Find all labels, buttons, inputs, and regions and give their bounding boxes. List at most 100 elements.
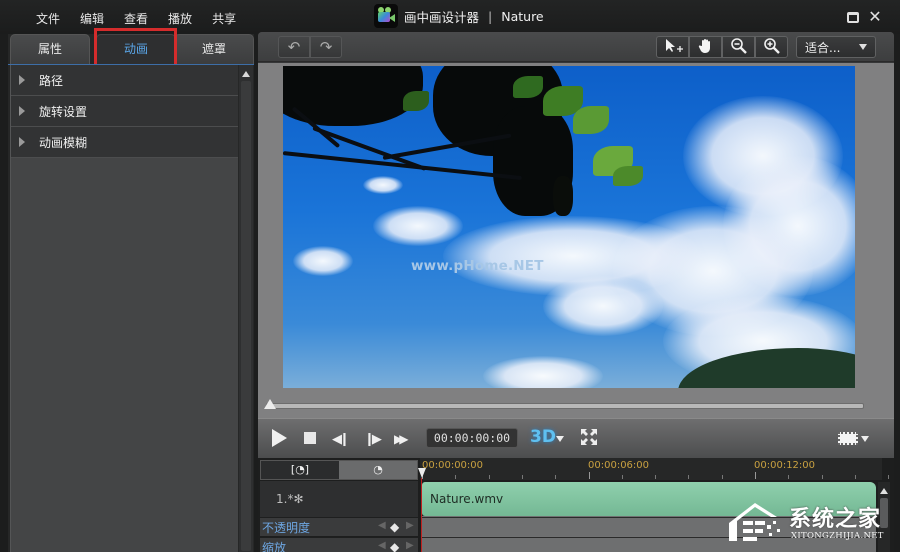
previous-keyframe-icon[interactable]: ◀ — [378, 540, 386, 551]
preview-toolbar: ↶ ↷ 适合... — [258, 32, 894, 62]
add-keyframe-icon[interactable]: ◆ — [390, 520, 399, 534]
menu-edit[interactable]: 编辑 — [70, 8, 114, 29]
next-frame-icon: ❙▶ — [364, 432, 382, 447]
opacity-keyframe-track[interactable] — [422, 517, 876, 536]
ruler-tick — [521, 475, 523, 479]
zoom-fit-value: 适合... — [805, 40, 841, 55]
ruler-label: 00:00:06:00 — [588, 460, 650, 471]
property-label: 缩放 — [262, 541, 287, 552]
preview-scrubber-handle[interactable] — [264, 399, 276, 409]
section-motion-blur[interactable]: 动画模糊 — [11, 127, 238, 158]
video-frame[interactable]: www.pHome.NET — [283, 66, 855, 388]
zoom-fit-select[interactable]: 适合... — [796, 36, 876, 58]
undo-button[interactable]: ↶ — [278, 36, 310, 58]
zoom-in-icon — [763, 38, 780, 54]
scroll-up-icon[interactable] — [880, 488, 888, 494]
hand-pan-tool-button[interactable] — [689, 36, 722, 58]
timeline-clock-button[interactable]: ◔ — [339, 461, 417, 479]
zoom-out-tool-button[interactable] — [722, 36, 755, 58]
section-path[interactable]: 路径 — [11, 65, 238, 96]
hand-icon — [698, 39, 710, 53]
fast-forward-button[interactable]: ▶▶ — [394, 428, 409, 449]
timeline-scrollbar[interactable] — [878, 482, 890, 552]
scale-keyframe-track[interactable] — [422, 537, 876, 552]
fast-forward-icon: ▶▶ — [394, 432, 409, 446]
fullscreen-button[interactable] — [580, 428, 598, 446]
timeline-fit-button[interactable]: [◔] — [261, 461, 339, 479]
ruler-tick — [488, 475, 490, 479]
ruler-tick — [621, 475, 623, 479]
3d-dropdown-icon[interactable] — [556, 436, 564, 442]
property-row-scale[interactable]: 缩放 ◀ ◆ ▶ — [260, 537, 418, 552]
ruler-tick — [688, 475, 690, 479]
left-panel-scrollbar[interactable] — [239, 65, 253, 552]
playback-controls: ◀❙ ❙▶ ▶▶ 00:00:00:00 3D — [258, 418, 894, 458]
ruler-tick — [854, 475, 856, 479]
track-label[interactable]: 1.*✻ — [260, 481, 418, 521]
previous-frame-button[interactable]: ◀❙ — [332, 428, 350, 450]
timeline-header-buttons: [◔] ◔ — [260, 460, 418, 480]
scroll-up-icon[interactable] — [242, 71, 250, 77]
stop-icon — [304, 432, 316, 444]
maximize-icon — [847, 12, 859, 23]
title-separator: | — [488, 8, 493, 24]
previous-keyframe-icon[interactable]: ◀ — [378, 520, 386, 531]
safe-area-dropdown-icon[interactable] — [861, 436, 869, 442]
add-keyframe-icon[interactable]: ◆ — [390, 540, 399, 552]
video-clip[interactable]: Nature.wmv — [422, 482, 876, 516]
document-name: Nature — [501, 8, 544, 24]
scroll-track[interactable] — [241, 81, 251, 551]
zoom-out-icon — [730, 38, 747, 54]
property-row-opacity[interactable]: 不透明度 ◀ ◆ ▶ — [260, 517, 418, 536]
maximize-button[interactable] — [844, 8, 862, 26]
redo-button[interactable]: ↷ — [310, 36, 342, 58]
ruler-tick — [555, 475, 557, 479]
chevron-down-icon — [859, 44, 867, 50]
menu-share[interactable]: 共享 — [202, 8, 246, 29]
close-button[interactable]: ✕ — [866, 8, 884, 26]
timeline: [◔] ◔ 00:00:00:00 00:00:06:00 00:00:12:0… — [258, 458, 894, 552]
ruler-tick — [888, 475, 890, 479]
ruler-label: 00:00:12:00 — [754, 460, 816, 471]
preview-panel: ↶ ↷ 适合... www.pHome.NET ◀❙ ❙▶ ▶▶ 00:00:0… — [258, 32, 894, 458]
menu-play[interactable]: 播放 — [158, 8, 202, 29]
menu-view[interactable]: 查看 — [114, 8, 158, 29]
menu-file[interactable]: 文件 — [26, 8, 70, 29]
next-keyframe-icon[interactable]: ▶ — [406, 520, 414, 531]
tab-mask[interactable]: 遮罩 — [174, 34, 254, 64]
app-title: 画中画设计器 | Nature — [374, 3, 544, 29]
preview-canvas: www.pHome.NET — [258, 63, 894, 418]
next-frame-button[interactable]: ❙▶ — [364, 428, 382, 450]
fullscreen-icon — [581, 429, 597, 445]
playhead-handle[interactable] — [418, 468, 426, 478]
select-move-tool-button[interactable] — [656, 36, 689, 58]
animation-settings-list: 路径 旋转设置 动画模糊 — [10, 65, 238, 552]
safe-area-icon[interactable] — [838, 432, 858, 445]
timeline-ruler[interactable]: 00:00:00:00 00:00:06:00 00:00:12:00 — [420, 458, 890, 480]
previous-frame-icon: ◀❙ — [332, 432, 350, 447]
section-rotation-settings[interactable]: 旋转设置 — [11, 96, 238, 127]
redo-icon: ↷ — [319, 38, 333, 56]
scroll-thumb[interactable] — [880, 498, 888, 528]
ruler-label: 00:00:00:00 — [422, 460, 484, 471]
next-keyframe-icon[interactable]: ▶ — [406, 540, 414, 551]
video-camera-icon — [374, 4, 398, 28]
menu-bar: 文件 编辑 查看 播放 共享 — [26, 8, 246, 29]
stop-button[interactable] — [304, 428, 316, 444]
preview-scrubber-track[interactable] — [266, 403, 864, 409]
left-panel: 属性 动画 遮罩 路径 旋转设置 动画模糊 — [8, 28, 254, 552]
zoom-in-tool-button[interactable] — [755, 36, 788, 58]
select-move-icon — [665, 39, 683, 52]
tab-properties[interactable]: 属性 — [10, 34, 90, 64]
play-button[interactable] — [272, 428, 287, 447]
property-label: 不透明度 — [262, 521, 311, 535]
panel-tabs: 属性 动画 遮罩 — [8, 28, 254, 70]
playhead-line — [421, 478, 422, 552]
ruler-tick — [655, 475, 657, 479]
play-icon — [272, 429, 287, 447]
tab-animation[interactable]: 动画 — [96, 34, 176, 64]
expand-arrow-icon — [19, 137, 25, 147]
undo-icon: ↶ — [287, 38, 301, 56]
3d-button[interactable]: 3D — [530, 427, 556, 447]
expand-arrow-icon — [19, 106, 25, 116]
